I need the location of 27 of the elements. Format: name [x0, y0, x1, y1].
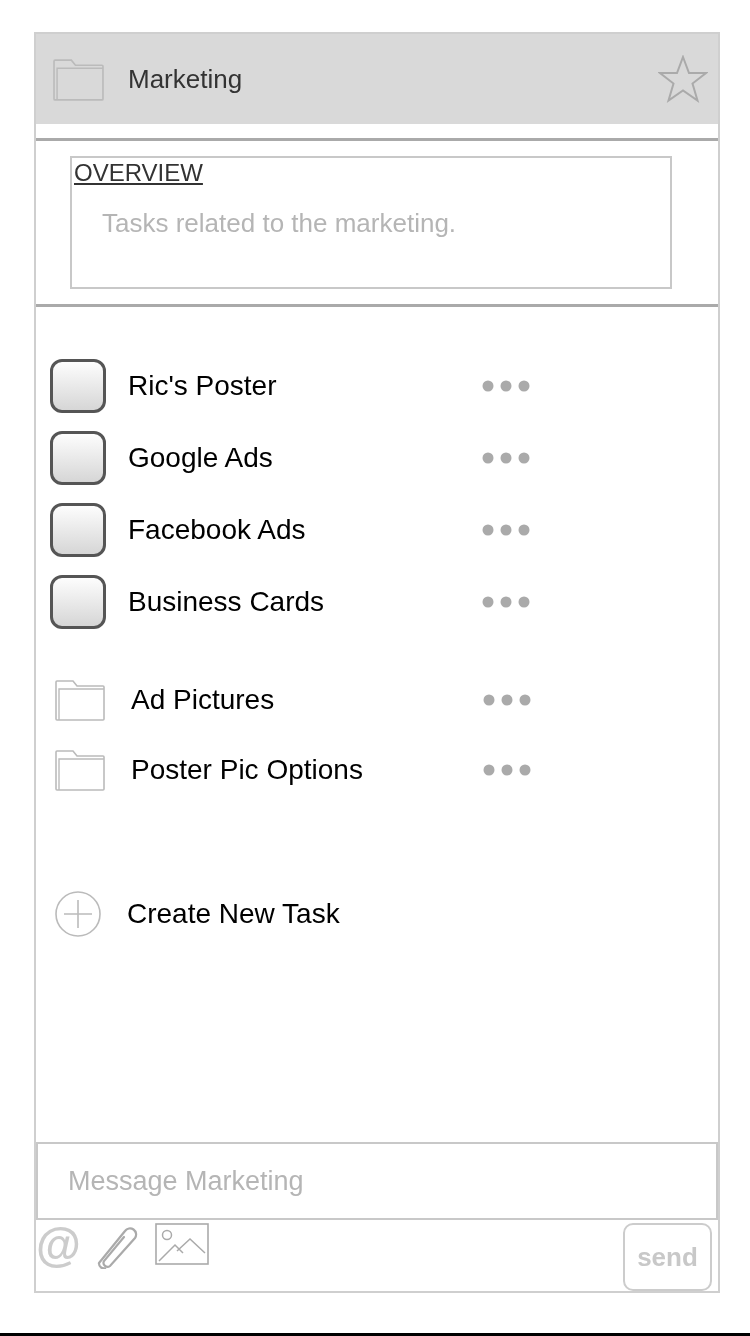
more-icon[interactable] [483, 694, 531, 706]
task-name: Google Ads [128, 441, 274, 475]
more-icon[interactable] [482, 524, 530, 536]
task-name: Ric's Poster [128, 369, 278, 403]
task-name: Facebook Ads [128, 513, 307, 547]
folder-icon [55, 679, 105, 721]
folder-name[interactable]: Ad Pictures [131, 679, 483, 721]
create-task-button[interactable]: Create New Task [55, 879, 340, 949]
plus-icon [55, 891, 101, 937]
task-checkbox[interactable] [50, 431, 106, 485]
message-field[interactable]: Message Marketing [36, 1142, 718, 1220]
task-checkbox[interactable] [50, 575, 106, 629]
star-icon[interactable] [658, 55, 708, 103]
folder-icon [55, 749, 105, 791]
task-checkbox[interactable] [50, 359, 106, 413]
task-checkbox[interactable] [50, 503, 106, 557]
overview-label: OVERVIEW [74, 160, 203, 187]
image-icon[interactable] [154, 1223, 209, 1265]
overview-text: Tasks related to the marketing. [102, 207, 457, 240]
task-name: Business Cards [128, 585, 326, 619]
more-icon[interactable] [483, 764, 531, 776]
folder-title: Marketing [128, 62, 244, 96]
more-icon[interactable] [482, 380, 530, 392]
folder-icon [53, 57, 104, 101]
more-icon[interactable] [482, 596, 530, 608]
folder-name[interactable]: Poster Pic Options [131, 749, 483, 791]
more-icon[interactable] [482, 452, 530, 464]
